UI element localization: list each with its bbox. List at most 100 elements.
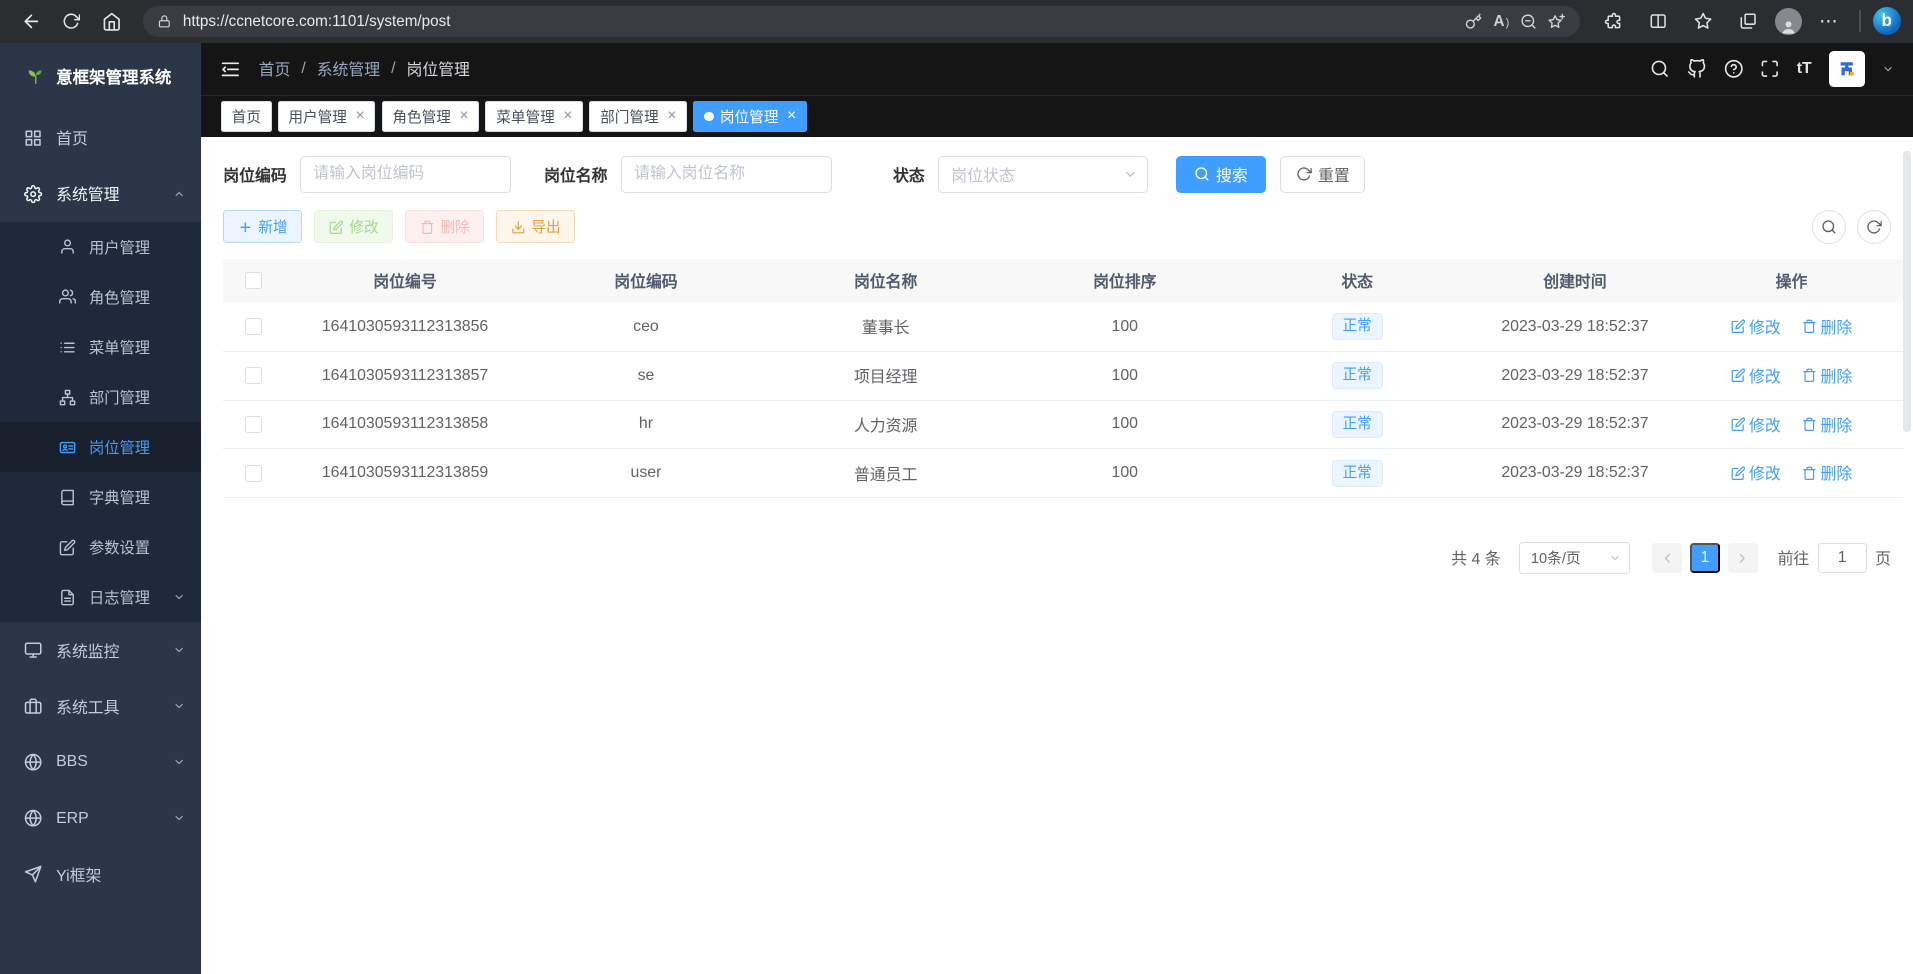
sidebar-item-system-tools[interactable]: 系统工具 <box>0 678 201 734</box>
edit-icon <box>1731 368 1746 383</box>
sidebar-item-erp[interactable]: ERP <box>0 790 201 846</box>
tab-dept-mgmt[interactable]: 部门管理 <box>589 101 687 133</box>
delete-button[interactable]: 删除 <box>405 210 484 243</box>
breadcrumb-home[interactable]: 首页 <box>259 57 291 80</box>
cell-post-sort: 100 <box>1005 351 1244 400</box>
app-logo-title[interactable]: 意框架管理系统 <box>0 43 201 110</box>
sidebar-item-log-mgmt[interactable]: 日志管理 <box>0 572 201 622</box>
row-delete-link[interactable]: 删除 <box>1802 364 1852 387</box>
sidebar-item-label: 系统管理 <box>56 182 119 205</box>
avatar-caret-down-icon[interactable] <box>1882 63 1894 75</box>
scrollbar-thumb[interactable] <box>1903 151 1910 432</box>
cell-post-id: 1641030593112313857 <box>284 351 526 400</box>
toggle-search-button[interactable] <box>1812 210 1846 244</box>
zoom-icon[interactable] <box>1520 13 1537 30</box>
bing-sidebar-icon[interactable]: b <box>1873 7 1901 35</box>
row-edit-link[interactable]: 修改 <box>1731 315 1781 338</box>
close-icon[interactable] <box>355 108 364 124</box>
prev-page-button[interactable] <box>1652 543 1683 574</box>
search-button[interactable]: 搜索 <box>1176 156 1266 193</box>
refresh-table-button[interactable] <box>1857 210 1891 244</box>
tab-label: 岗位管理 <box>720 106 779 127</box>
address-bar[interactable]: A <box>143 6 1580 37</box>
export-button[interactable]: 导出 <box>496 210 575 243</box>
browser-menu-icon[interactable]: ⋯ <box>1811 5 1848 38</box>
row-delete-link[interactable]: 删除 <box>1802 413 1852 436</box>
tab-label: 菜单管理 <box>496 106 555 127</box>
tab-user-mgmt[interactable]: 用户管理 <box>278 101 376 133</box>
browser-profile-avatar[interactable] <box>1775 8 1802 35</box>
sidebar-item-user-mgmt[interactable]: 用户管理 <box>0 222 201 272</box>
user-avatar-logo[interactable] <box>1829 51 1866 88</box>
next-page-button[interactable] <box>1728 543 1759 574</box>
reset-button[interactable]: 重置 <box>1280 156 1365 193</box>
status-select[interactable]: 岗位状态 <box>938 156 1148 193</box>
sidebar-item-label: 部门管理 <box>89 386 150 408</box>
help-icon[interactable] <box>1724 59 1744 79</box>
col-actions: 操作 <box>1680 259 1903 303</box>
tab-role-mgmt[interactable]: 角色管理 <box>382 101 480 133</box>
select-all-checkbox[interactable] <box>245 272 262 289</box>
sidebar-item-menu-mgmt[interactable]: 菜单管理 <box>0 322 201 372</box>
post-name-input[interactable] <box>621 156 832 193</box>
add-favorite-icon[interactable] <box>1548 13 1565 30</box>
browser-home-button[interactable] <box>93 5 131 38</box>
sidebar-item-bbs[interactable]: BBS <box>0 734 201 790</box>
browser-back-button[interactable] <box>12 5 50 38</box>
sidebar-item-dept-mgmt[interactable]: 部门管理 <box>0 372 201 422</box>
url-input[interactable] <box>183 13 1455 30</box>
tab-menu-mgmt[interactable]: 菜单管理 <box>485 101 583 133</box>
row-delete-link[interactable]: 删除 <box>1802 461 1852 484</box>
tab-home[interactable]: 首页 <box>221 101 272 133</box>
add-button[interactable]: 新增 <box>223 210 302 243</box>
close-icon[interactable] <box>667 108 676 124</box>
github-icon[interactable] <box>1687 59 1707 79</box>
post-code-input[interactable] <box>300 156 511 193</box>
tab-post-mgmt[interactable]: 岗位管理 <box>693 101 807 133</box>
status-badge: 正常 <box>1332 362 1383 389</box>
row-delete-link[interactable]: 删除 <box>1802 315 1852 338</box>
sidebar-item-param-settings[interactable]: 参数设置 <box>0 522 201 572</box>
chevron-up-icon <box>173 188 185 200</box>
goto-page-input[interactable] <box>1818 543 1867 574</box>
sidebar-fold-icon[interactable] <box>220 59 241 80</box>
site-info-icon[interactable] <box>157 14 172 29</box>
header-search-icon[interactable] <box>1650 59 1670 79</box>
sidebar-item-system-mgmt[interactable]: 系统管理 <box>0 166 201 222</box>
favorites-icon[interactable] <box>1685 5 1722 38</box>
edit-button[interactable]: 修改 <box>314 210 393 243</box>
split-screen-icon[interactable] <box>1640 5 1677 38</box>
tab-label: 部门管理 <box>600 106 659 127</box>
extensions-icon[interactable] <box>1595 5 1632 38</box>
sidebar-item-home[interactable]: 首页 <box>0 110 201 166</box>
browser-refresh-button[interactable] <box>52 5 90 38</box>
row-checkbox[interactable] <box>245 416 262 433</box>
read-aloud-icon[interactable]: A <box>1493 13 1509 30</box>
row-edit-link[interactable]: 修改 <box>1731 461 1781 484</box>
row-checkbox[interactable] <box>245 465 262 482</box>
fullscreen-icon[interactable] <box>1760 59 1780 79</box>
app-title: 意框架管理系统 <box>56 64 171 88</box>
row-checkbox[interactable] <box>245 318 262 335</box>
row-checkbox[interactable] <box>245 367 262 384</box>
chevron-down-icon <box>1609 552 1621 564</box>
sidebar-item-role-mgmt[interactable]: 角色管理 <box>0 272 201 322</box>
sidebar-item-dict-mgmt[interactable]: 字典管理 <box>0 472 201 522</box>
app-header: 首页 / 系统管理 / 岗位管理 tT <box>201 43 1913 95</box>
page-number-1[interactable]: 1 <box>1690 543 1721 574</box>
close-icon[interactable] <box>459 108 468 124</box>
close-icon[interactable] <box>787 108 796 124</box>
tags-view-bar: 首页 用户管理 角色管理 菜单管理 部门管理 岗位管理 <box>201 95 1913 136</box>
search-icon <box>1821 219 1837 235</box>
row-edit-link[interactable]: 修改 <box>1731 413 1781 436</box>
page-size-select[interactable]: 10条/页 <box>1519 542 1630 574</box>
password-key-icon[interactable] <box>1465 13 1482 30</box>
row-edit-link[interactable]: 修改 <box>1731 364 1781 387</box>
font-size-icon[interactable]: tT <box>1797 60 1812 78</box>
sidebar-item-system-monitor[interactable]: 系统监控 <box>0 622 201 678</box>
sidebar-item-post-mgmt[interactable]: 岗位管理 <box>0 422 201 472</box>
breadcrumb-system[interactable]: 系统管理 <box>317 57 380 80</box>
sidebar-item-yi-framework[interactable]: Yi框架 <box>0 847 201 903</box>
collections-icon[interactable] <box>1730 5 1767 38</box>
close-icon[interactable] <box>563 108 572 124</box>
